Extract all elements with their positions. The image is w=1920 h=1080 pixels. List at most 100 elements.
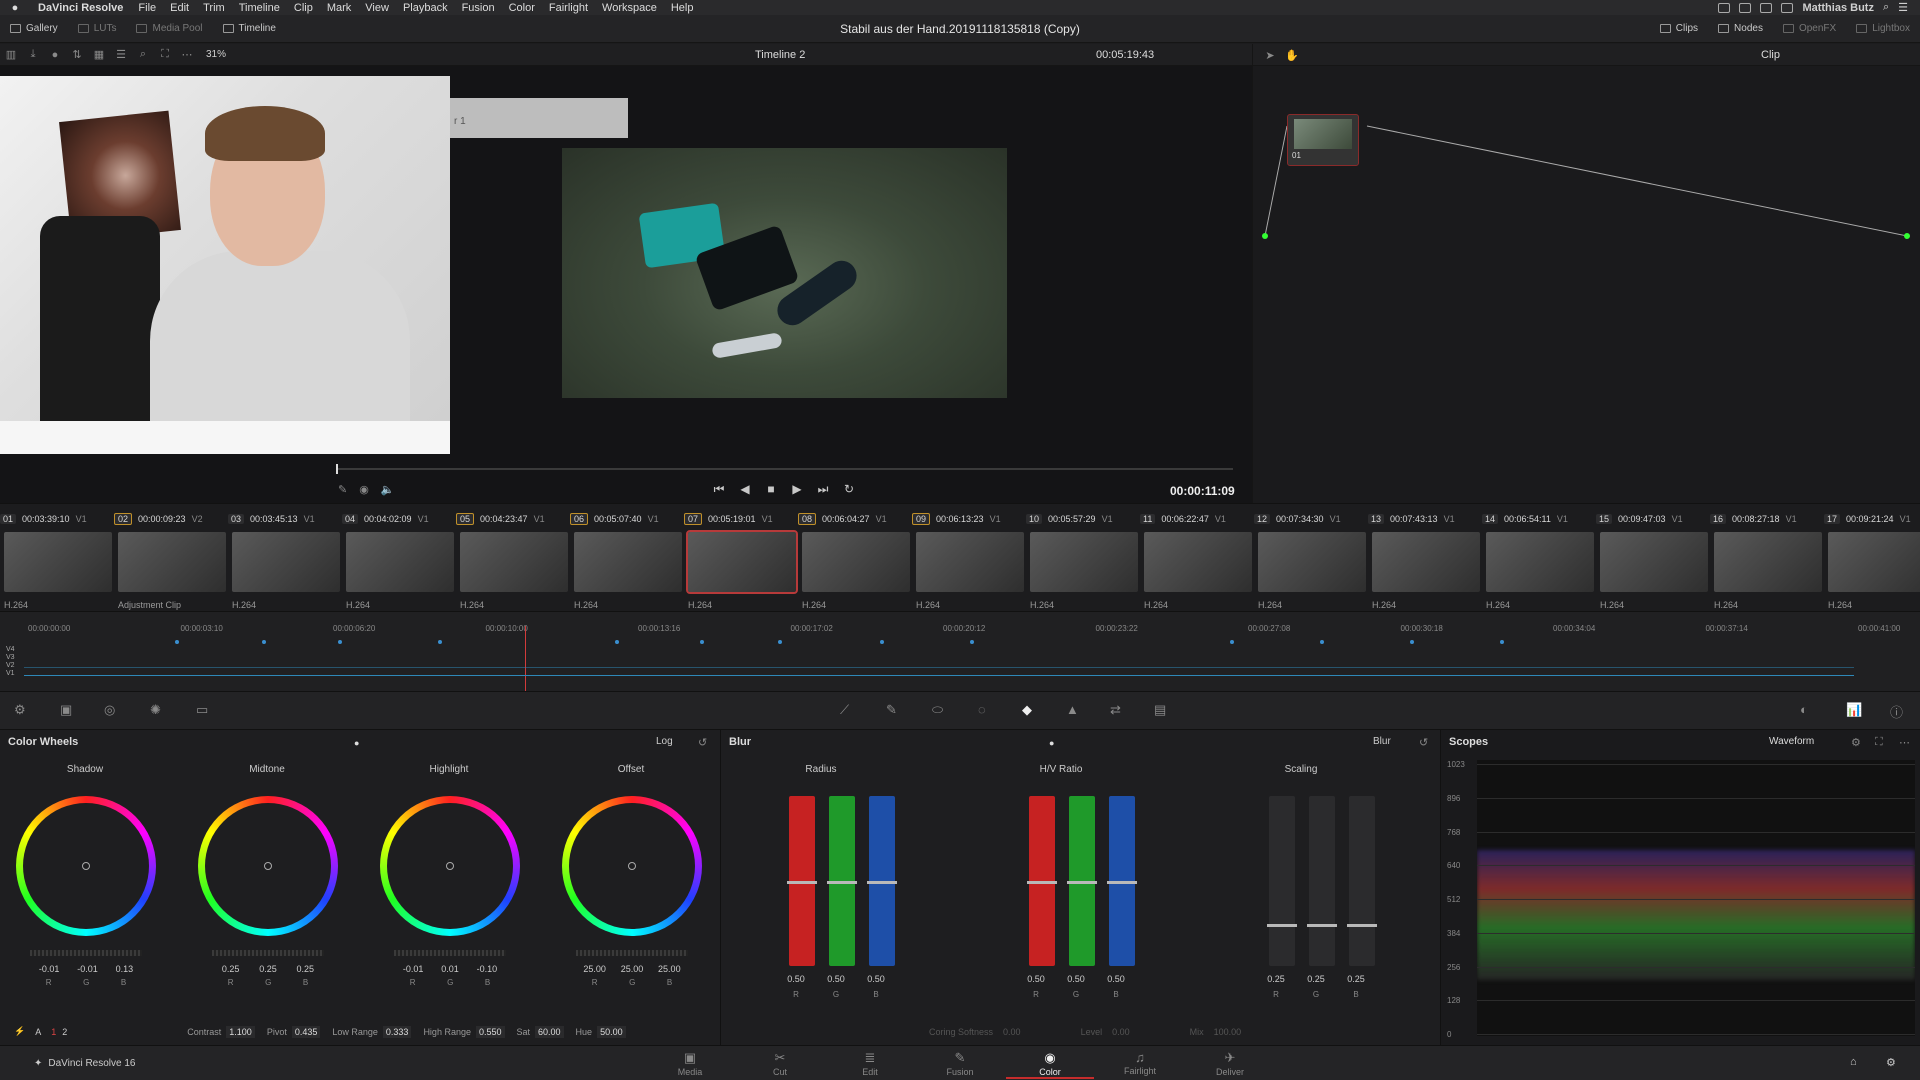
qualifier-icon[interactable]: ✎ bbox=[886, 702, 897, 718]
slider-value[interactable]: 0.50 bbox=[861, 974, 891, 984]
info-icon[interactable]: ⓘ bbox=[1890, 702, 1903, 721]
media-pool-button[interactable]: Media Pool bbox=[126, 15, 212, 42]
mix-value[interactable]: 100.00 bbox=[1214, 1027, 1242, 1037]
pen-icon[interactable]: ✎ bbox=[338, 483, 347, 496]
clip-thumbnail[interactable] bbox=[916, 532, 1024, 592]
menu-timeline[interactable]: Timeline bbox=[232, 2, 287, 14]
play-reverse-icon[interactable]: ◀ bbox=[738, 482, 752, 497]
expand-icon[interactable]: ⛶ bbox=[1875, 736, 1883, 749]
scope-mode-selector[interactable]: Waveform bbox=[1769, 736, 1814, 747]
clip-thumbnail[interactable] bbox=[1372, 532, 1480, 592]
stop-icon[interactable]: ■ bbox=[764, 482, 778, 497]
loop-icon[interactable]: ↻ bbox=[842, 482, 856, 497]
menu-fusion[interactable]: Fusion bbox=[455, 2, 502, 14]
gallery-button[interactable]: Gallery bbox=[0, 15, 68, 42]
wheel-value[interactable]: -0.01 bbox=[403, 964, 424, 974]
dropbox-icon[interactable] bbox=[1760, 2, 1773, 13]
grab-still-icon[interactable]: ⤓ bbox=[22, 44, 44, 66]
slider-value[interactable]: 0.25 bbox=[1341, 974, 1371, 984]
timeline-selector[interactable]: Timeline 2 bbox=[755, 49, 805, 61]
page-media[interactable]: ▣ Media bbox=[660, 1050, 720, 1077]
menu-trim[interactable]: Trim bbox=[196, 2, 232, 14]
master-wheel-jog[interactable] bbox=[576, 950, 688, 956]
clip-thumbnail[interactable] bbox=[574, 532, 682, 592]
camera-raw-icon[interactable]: ⚙ bbox=[14, 702, 26, 718]
blur-toggle-dot[interactable]: ● bbox=[1049, 738, 1054, 748]
pointer-icon[interactable]: ➤ bbox=[1259, 44, 1281, 66]
eye-icon[interactable]: ◉ bbox=[359, 483, 369, 496]
slider-value[interactable]: 0.50 bbox=[1101, 974, 1131, 984]
clip-thumbnail[interactable] bbox=[460, 532, 568, 592]
apple-icon[interactable]: ● bbox=[0, 2, 30, 14]
sort-icon[interactable]: ⇅ bbox=[66, 44, 88, 66]
menu-workspace[interactable]: Workspace bbox=[595, 2, 664, 14]
timeline-playhead[interactable] bbox=[525, 626, 526, 692]
list-view-icon[interactable]: ☰ bbox=[110, 44, 132, 66]
node-mode-selector[interactable]: Clip bbox=[1761, 49, 1780, 61]
app-menu[interactable]: DaVinci Resolve bbox=[30, 2, 131, 14]
low-range-param[interactable]: Low Range 0.333 bbox=[332, 1025, 412, 1038]
clip-thumbnail[interactable] bbox=[1258, 532, 1366, 592]
slider-knob[interactable] bbox=[827, 881, 857, 884]
keyframe-dot[interactable] bbox=[338, 640, 342, 644]
node-editor[interactable]: 01 bbox=[1252, 66, 1920, 503]
slider-red[interactable] bbox=[787, 796, 817, 966]
wheel-value[interactable]: 0.25 bbox=[222, 964, 240, 974]
wheel-value[interactable]: -0.10 bbox=[477, 964, 498, 974]
clip-03[interactable]: 03 00:03:45:13 V1 H.264 bbox=[228, 504, 342, 612]
keyframe-dot[interactable] bbox=[880, 640, 884, 644]
auto-balance-icon[interactable]: ⚡ bbox=[14, 1026, 25, 1037]
menu-list-icon[interactable]: ☰ bbox=[1898, 1, 1908, 14]
viewer-timecode[interactable]: 00:05:19:43 bbox=[1096, 49, 1154, 61]
clips-button[interactable]: Clips bbox=[1650, 15, 1708, 42]
clip-thumbnail[interactable] bbox=[802, 532, 910, 592]
keyframe-dot[interactable] bbox=[1500, 640, 1504, 644]
clip-thumbnail[interactable] bbox=[1030, 532, 1138, 592]
menu-clip[interactable]: Clip bbox=[287, 2, 320, 14]
volume-icon[interactable]: 🔈 bbox=[381, 483, 395, 496]
keyframe-dot[interactable] bbox=[615, 640, 619, 644]
slider-knob[interactable] bbox=[1067, 881, 1097, 884]
page-edit[interactable]: ≣ Edit bbox=[840, 1050, 900, 1077]
color-match-icon[interactable]: ▣ bbox=[60, 702, 72, 718]
clip-05[interactable]: 05 00:04:23:47 V1 H.264 bbox=[456, 504, 570, 612]
luts-button[interactable]: LUTs bbox=[68, 15, 127, 42]
grid-view-icon[interactable]: ▦ bbox=[88, 44, 110, 66]
blur-icon[interactable]: ◆ bbox=[1022, 702, 1032, 718]
openfx-button[interactable]: OpenFX bbox=[1773, 15, 1846, 42]
hue-param[interactable]: Hue 50.00 bbox=[576, 1025, 626, 1038]
wheel-center-handle[interactable] bbox=[264, 862, 272, 870]
layout-icon[interactable]: ▥ bbox=[0, 44, 22, 66]
keyframe-dot[interactable] bbox=[970, 640, 974, 644]
slider-blue[interactable] bbox=[1107, 796, 1137, 966]
clip-thumbnail[interactable] bbox=[232, 532, 340, 592]
clip-thumbnail[interactable] bbox=[118, 532, 226, 592]
keyframe-dot[interactable] bbox=[1320, 640, 1324, 644]
keyframe-dot[interactable] bbox=[1230, 640, 1234, 644]
sat-param[interactable]: Sat 60.00 bbox=[517, 1025, 564, 1038]
page-a[interactable]: 1 bbox=[51, 1027, 56, 1037]
menu-edit[interactable]: Edit bbox=[163, 2, 196, 14]
fit-icon[interactable]: ⛶ bbox=[154, 44, 176, 66]
clip-15[interactable]: 15 00:09:47:03 V1 H.264 bbox=[1596, 504, 1710, 612]
clip-10[interactable]: 10 00:05:57:29 V1 H.264 bbox=[1026, 504, 1140, 612]
wheel-value[interactable]: 25.00 bbox=[621, 964, 644, 974]
clip-13[interactable]: 13 00:07:43:13 V1 H.264 bbox=[1368, 504, 1482, 612]
slider-red[interactable] bbox=[1267, 796, 1297, 966]
clip-thumbnail[interactable] bbox=[1486, 532, 1594, 592]
menu-mark[interactable]: Mark bbox=[320, 2, 358, 14]
rgb-mixer-icon[interactable]: ✺ bbox=[150, 702, 161, 718]
page-color[interactable]: ◉ Color bbox=[1006, 1050, 1094, 1079]
slider-red[interactable] bbox=[1027, 796, 1057, 966]
keyframe-dot[interactable] bbox=[700, 640, 704, 644]
wheel-mode-selector[interactable]: Log bbox=[656, 736, 673, 747]
page-deliver[interactable]: ✈ Deliver bbox=[1200, 1050, 1260, 1077]
clip-thumbnail[interactable] bbox=[686, 530, 798, 594]
scrubber-playhead[interactable] bbox=[336, 464, 338, 474]
clip-11[interactable]: 11 00:06:22:47 V1 H.264 bbox=[1140, 504, 1254, 612]
clip-02[interactable]: 02 00:00:09:23 V2 Adjustment Clip bbox=[114, 504, 228, 612]
slider-knob[interactable] bbox=[1347, 923, 1377, 927]
clip-thumbnail[interactable] bbox=[346, 532, 454, 592]
master-wheel-jog[interactable] bbox=[394, 950, 506, 956]
clip-16[interactable]: 16 00:08:27:18 V1 H.264 bbox=[1710, 504, 1824, 612]
